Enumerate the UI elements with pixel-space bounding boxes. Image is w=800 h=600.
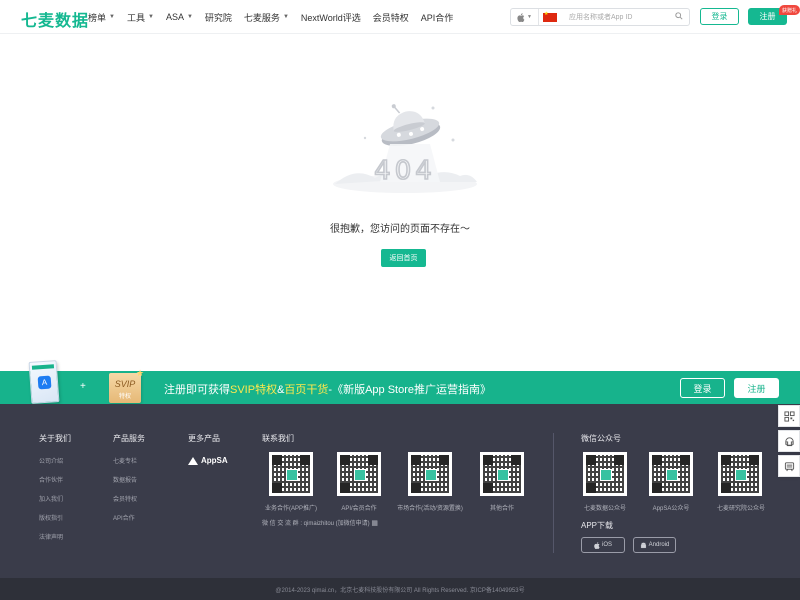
guide-book-image: A — [28, 360, 60, 404]
qr-code-other — [480, 452, 524, 496]
footer-divider — [553, 433, 554, 553]
qr-caption: 其他合作 — [489, 506, 514, 512]
footer-products-column: 产品服务 七麦专栏 数据报告 会员特权 API合作 — [113, 433, 145, 532]
qr-code-api — [337, 452, 381, 496]
footer-link[interactable]: 法律声明 — [39, 532, 71, 541]
nav-item-research[interactable]: 研究院 — [205, 11, 232, 24]
chevron-down-icon: ▼ — [186, 14, 193, 20]
search-input[interactable]: 应用名称或者App ID — [569, 12, 675, 22]
top-header: 七麦数据 榜单 ▼ 工具 ▼ ASA ▼ 研究院 七麦服务 ▼ NextWorld评选 … — [0, 0, 800, 34]
app-download-heading: APP下载 — [581, 521, 614, 530]
android-download-button[interactable]: Android — [633, 537, 676, 553]
footer-more-column: 更多产品 AppSA — [188, 433, 228, 465]
qr-code-qimai-public — [583, 452, 627, 496]
main-nav: 榜单 ▼ 工具 ▼ ASA ▼ 研究院 七麦服务 ▼ NextWorld评选 会员特权 … — [88, 0, 465, 34]
chevron-down-icon: ▼ — [109, 14, 115, 20]
nav-item-services[interactable]: 七麦服务 ▼ — [244, 11, 289, 24]
qr-caption: 七麦研究院公众号 — [716, 506, 765, 512]
footer-heading: 联系我们 — [262, 434, 294, 443]
footer-link[interactable]: 合作伙伴 — [39, 475, 71, 484]
qr-code-research-public — [718, 452, 762, 496]
qr-code-appsa-public — [649, 452, 693, 496]
qr-code-business — [269, 452, 313, 496]
footer-heading: 更多产品 — [188, 434, 220, 443]
nav-item-rankings[interactable]: 榜单 ▼ — [88, 11, 115, 24]
chevron-down-icon: ▼ — [282, 14, 289, 20]
ufo-404-illustration: 404 — [333, 104, 477, 193]
footer-heading: 产品服务 — [113, 434, 145, 443]
promo-plus: + — [80, 381, 86, 392]
promo-login-button[interactable]: 登录 — [680, 378, 725, 398]
copyright-bar: @2014-2023 qimai.cn，北京七麦科技股份有限公司 All Rig… — [0, 578, 800, 600]
qr-code-icon[interactable] — [778, 405, 800, 427]
back-home-button[interactable]: 返回首页 — [381, 249, 426, 267]
feedback-icon[interactable] — [778, 455, 800, 477]
star-icon: ★ — [136, 368, 145, 378]
nav-item-tools[interactable]: 工具 ▼ — [127, 11, 154, 24]
platform-select[interactable]: ▼ — [511, 9, 539, 25]
nav-item-asa[interactable]: ASA ▼ — [166, 12, 193, 22]
footer-link[interactable]: 公司介绍 — [39, 456, 71, 465]
qr-caption: 业务合作(APP推广) — [264, 506, 317, 512]
apple-icon — [594, 541, 600, 549]
apple-icon — [517, 12, 525, 22]
nav-item-nextworld[interactable]: NextWorld评选 — [301, 11, 361, 24]
login-button[interactable]: 登录 — [700, 8, 739, 25]
register-gift-badge: 获赠礼 — [779, 5, 800, 15]
qr-caption: 市场合作(活动/资源置换) — [397, 506, 463, 512]
qr-code-market — [408, 452, 452, 496]
customer-service-icon[interactable] — [778, 430, 800, 452]
footer-heading: 关于我们 — [39, 434, 71, 443]
wechat-group-info: 微 信 交 流 群 : qimaizhitou (加微信申请) ▦ — [262, 520, 378, 527]
search-icon[interactable] — [675, 12, 689, 22]
nav-item-membership[interactable]: 会员特权 — [373, 11, 409, 24]
promo-register-button[interactable]: 注册 — [734, 378, 779, 398]
side-toolbar — [778, 405, 800, 480]
china-flag-icon[interactable] — [543, 11, 557, 22]
qr-small-icon[interactable]: ▦ — [371, 520, 378, 527]
footer-link[interactable]: 七麦专栏 — [113, 456, 145, 465]
footer-link[interactable]: 会员特权 — [113, 494, 145, 503]
error-code: 404 — [374, 156, 436, 186]
chevron-down-icon: ▼ — [147, 14, 154, 20]
site-logo[interactable]: 七麦数据 — [21, 7, 89, 31]
appsa-logo-link[interactable]: AppSA — [188, 456, 228, 465]
footer-heading: 微信公众号 — [581, 434, 621, 443]
footer-link[interactable]: 版权指引 — [39, 513, 71, 522]
qr-caption: 七麦数据公众号 — [583, 506, 626, 512]
appsa-logo-icon — [188, 456, 198, 465]
ios-download-button[interactable]: iOS — [581, 537, 625, 553]
error-message: 很抱歉，您访问的页面不存在～ — [330, 224, 470, 235]
promo-text: 注册即可获得SVIP特权&百页干货-《新版App Store推广运营指南》 — [164, 384, 492, 396]
footer-link[interactable]: API合作 — [113, 513, 145, 522]
android-icon — [640, 542, 646, 548]
footer-about-column: 关于我们 公司介绍 合作伙伴 加入我们 版权指引 法律声明 — [39, 433, 71, 551]
chevron-down-icon: ▼ — [527, 14, 532, 20]
footer-link[interactable]: 加入我们 — [39, 494, 71, 503]
app-search-box: ▼ 应用名称或者App ID — [510, 8, 690, 26]
qr-caption: AppSA公众号 — [652, 506, 690, 512]
app-store-icon: A — [37, 375, 52, 390]
nav-item-api[interactable]: API合作 — [421, 11, 454, 24]
footer-link[interactable]: 数据报告 — [113, 475, 145, 484]
